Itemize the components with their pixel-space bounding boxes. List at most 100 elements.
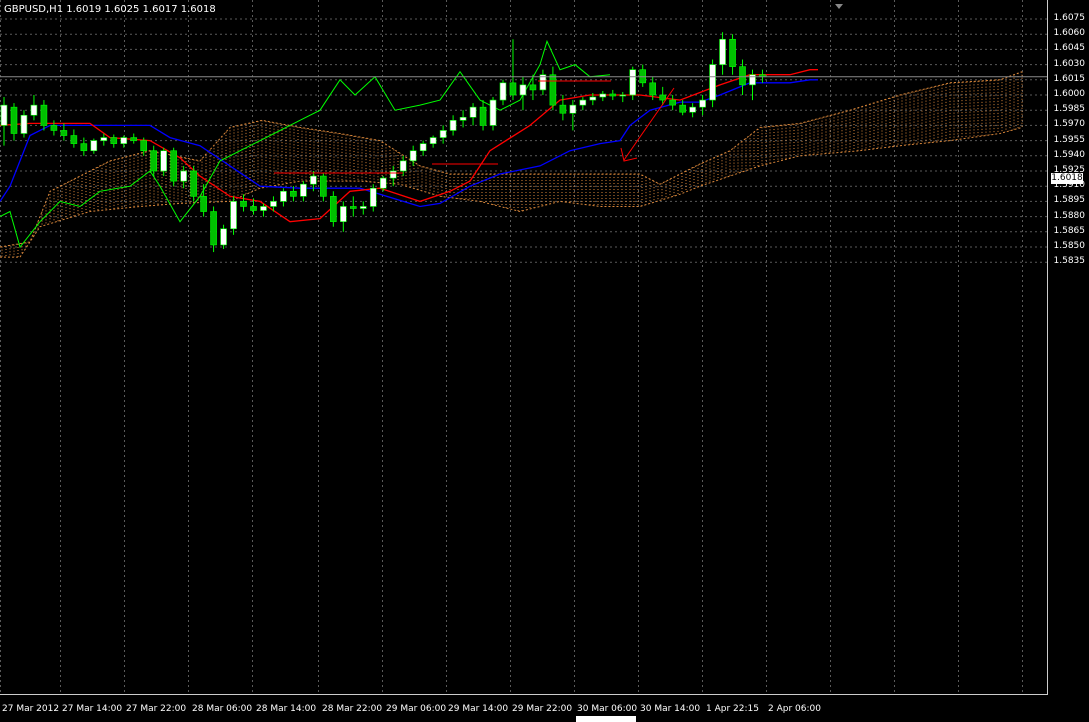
bull-candle (230, 201, 237, 230)
bull-candle (619, 94, 627, 97)
bear-candle (739, 66, 746, 86)
bear-candle (649, 82, 657, 96)
time-axis-label: 30 Mar 14:00 (640, 704, 701, 714)
bear-candle (70, 135, 78, 144)
bull-candle (90, 140, 98, 152)
time-axis-label: 27 Mar 14:00 (62, 704, 123, 714)
bear-candle (639, 69, 647, 84)
bull-candle (599, 93, 607, 98)
time-axis-label: 28 Mar 14:00 (256, 704, 317, 714)
bear-candle (659, 94, 666, 101)
bull-candle (629, 69, 637, 96)
bear-candle (290, 190, 297, 197)
bull-candle (100, 137, 108, 141)
bear-candle (250, 206, 257, 211)
bull-candle (719, 38, 726, 65)
bull-candle (419, 143, 427, 152)
bull-candle (340, 206, 347, 222)
price-axis-label: 1.5880 (1053, 210, 1086, 221)
bear-candle (110, 137, 118, 144)
bull-candle (220, 228, 227, 246)
annotation-arrow-head-icon (620, 147, 638, 162)
bear-candle (320, 175, 327, 197)
price-axis-label: 1.6075 (1053, 13, 1086, 23)
bear-candle (130, 137, 138, 141)
price-axis-label: 1.6060 (1053, 28, 1086, 39)
price-axis-label: 1.5985 (1053, 104, 1086, 115)
bear-candle (60, 130, 68, 136)
price-axis-label: 1.6045 (1053, 43, 1086, 54)
time-axis-label: 30 Mar 06:00 (577, 704, 638, 714)
bull-candle (569, 104, 577, 114)
time-axis-line (0, 694, 1048, 695)
scrollbar-thumb[interactable] (576, 716, 636, 722)
bear-candle (549, 74, 557, 106)
bull-candle (449, 120, 457, 131)
bear-candle (479, 106, 487, 126)
bear-candle (80, 143, 88, 152)
bear-candle (50, 125, 58, 131)
bull-candle (389, 170, 397, 179)
price-axis-line (1047, 0, 1048, 694)
bull-candle (120, 137, 128, 144)
bull-candle (399, 160, 407, 172)
price-axis-label: 1.5955 (1053, 134, 1086, 145)
bull-candle (579, 99, 587, 106)
time-axis-label: 29 Mar 14:00 (448, 704, 509, 714)
bull-candle (429, 137, 437, 144)
bull-candle (499, 82, 507, 101)
bull-candle (589, 96, 597, 101)
bear-candle (509, 82, 517, 96)
bear-candle (210, 211, 217, 246)
price-plot[interactable] (0, 0, 1089, 722)
bear-candle (609, 93, 617, 97)
bear-candle (40, 104, 48, 126)
bear-candle (679, 104, 686, 113)
bull-candle (180, 170, 187, 182)
bull-candle (709, 64, 716, 101)
chart-window[interactable]: GBPUSD,H1 1.6019 1.6025 1.6017 1.6018 1.… (0, 0, 1089, 722)
time-axis-label: 27 Mar 22:00 (126, 704, 187, 714)
bull-candle (699, 99, 706, 108)
bear-candle (10, 106, 18, 134)
bear-candle (729, 38, 736, 67)
price-axis-label: 1.5940 (1053, 149, 1086, 160)
bear-candle (140, 140, 148, 152)
bull-candle (30, 104, 38, 116)
bull-candle (409, 150, 417, 162)
time-axis-label: 1 Apr 22:15 (706, 704, 759, 714)
price-axis-label: 1.5865 (1053, 225, 1086, 236)
bear-candle (200, 196, 207, 212)
price-axis-label: 1.5850 (1053, 241, 1086, 251)
bear-candle (240, 201, 247, 207)
bear-candle (349, 206, 357, 209)
price-axis-label: 1.6000 (1053, 89, 1086, 99)
bull-candle (20, 114, 28, 134)
time-axis-label: 28 Mar 22:00 (322, 704, 383, 714)
bear-candle (330, 196, 337, 222)
bear-candle (669, 99, 676, 106)
bull-candle (280, 190, 287, 202)
price-axis-label: 1.5970 (1053, 119, 1086, 130)
bear-candle (529, 84, 537, 91)
bear-candle (170, 150, 177, 182)
time-axis-label: 27 Mar 2012 (2, 704, 60, 714)
bull-candle (160, 150, 167, 172)
tenkan-sen-line (0, 69, 818, 223)
time-axis-label: 29 Mar 06:00 (386, 704, 447, 714)
bull-candle (369, 187, 377, 207)
chart-shift-marker-icon[interactable] (835, 4, 843, 9)
time-axis-label: 29 Mar 22:00 (512, 704, 573, 714)
price-axis-label: 1.5895 (1053, 195, 1086, 206)
time-axis-label: 2 Apr 06:00 (768, 704, 821, 714)
symbol-header: GBPUSD,H1 1.6019 1.6025 1.6017 1.6018 (4, 4, 216, 15)
bull-candle (749, 74, 756, 86)
bull-candle (270, 201, 277, 207)
current-price-tag: 1.6018 (1051, 173, 1083, 184)
bull-candle (310, 175, 317, 185)
price-axis-label: 1.5835 (1053, 256, 1086, 267)
bull-candle (359, 206, 367, 209)
bull-candle (0, 104, 8, 126)
bull-candle (519, 84, 527, 96)
bull-candle (439, 130, 447, 138)
